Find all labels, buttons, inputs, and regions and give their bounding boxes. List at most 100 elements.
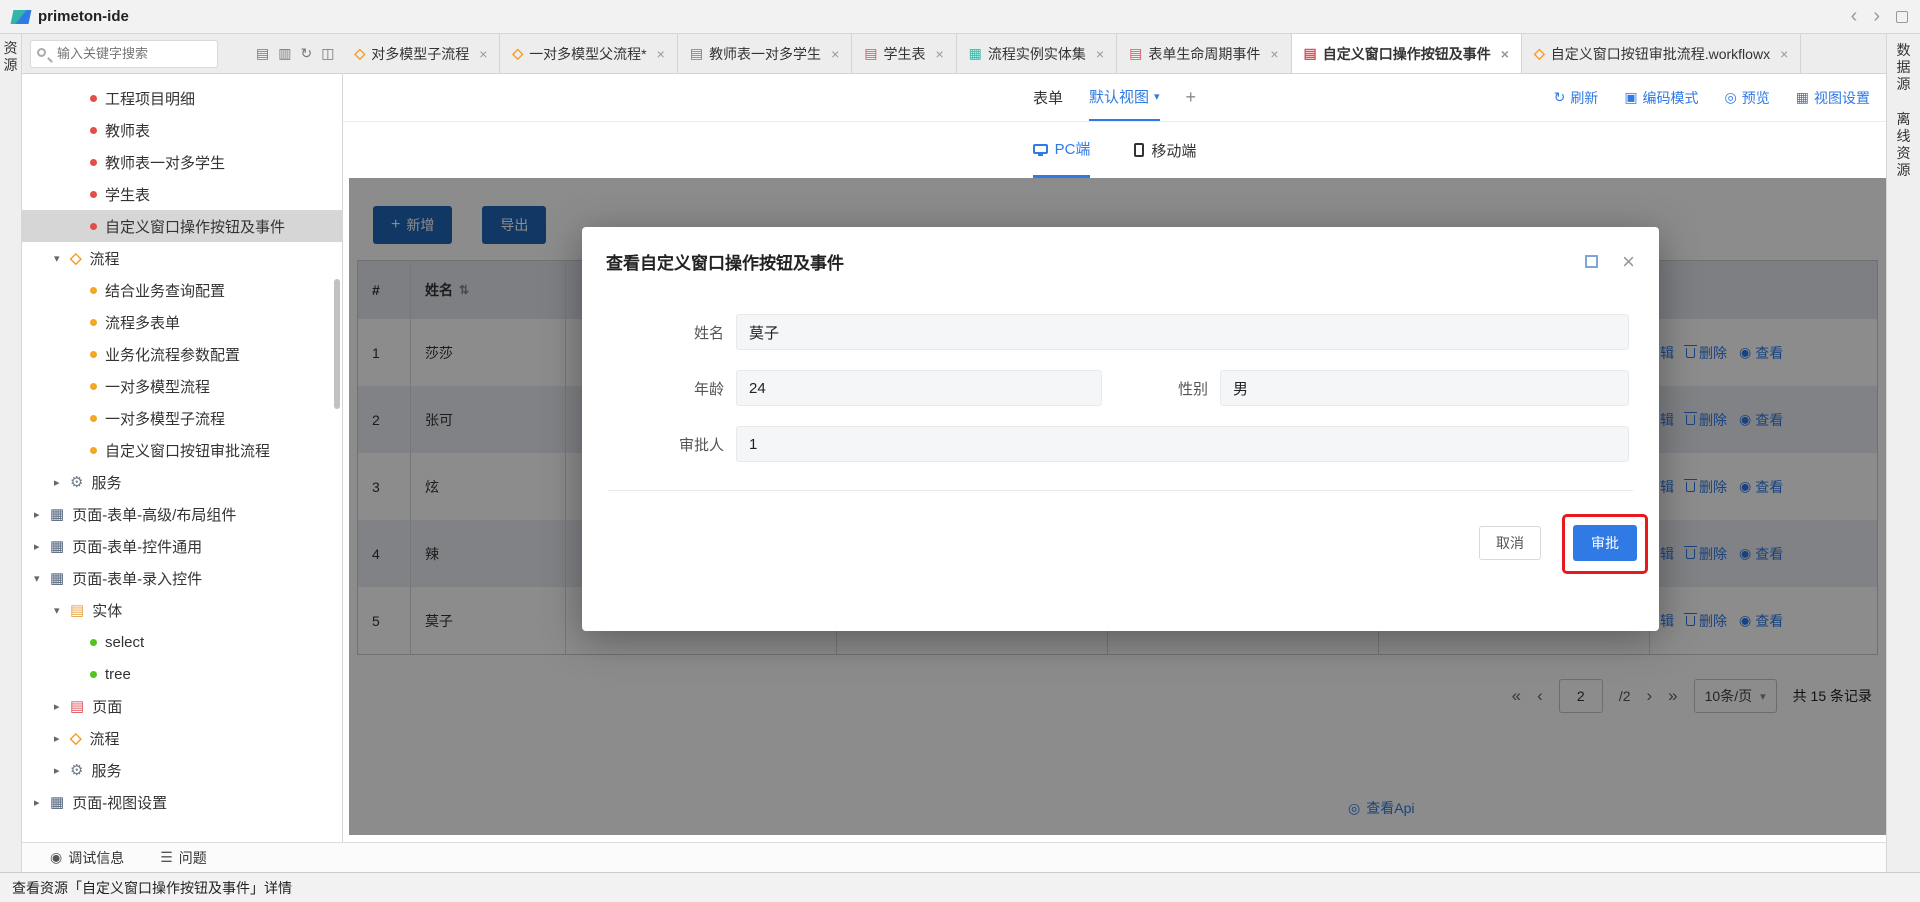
sidebar-item[interactable]: 页面 [22, 690, 342, 722]
refresh-button[interactable]: 刷新 [1554, 88, 1599, 108]
sidebar-item[interactable]: 服务 [22, 754, 342, 786]
view-settings-button[interactable]: 视图设置 [1796, 88, 1870, 108]
editor-tab[interactable]: 自定义窗口按钮审批流程.workflowx [1522, 34, 1801, 73]
close-icon[interactable] [1622, 251, 1635, 273]
caret-right-icon[interactable] [54, 700, 70, 713]
sidebar-item[interactable]: 结合业务查询配置 [22, 274, 342, 306]
dot-green-icon [90, 639, 97, 646]
nav-forward-icon[interactable]: › [1873, 5, 1880, 28]
caret-right-icon[interactable] [34, 540, 50, 553]
rail-tab-resources[interactable]: 资源 [0, 40, 21, 74]
rail-tab-label: 离线资源 [1896, 111, 1912, 179]
sidebar-item[interactable]: 实体 [22, 594, 342, 626]
editor-tab[interactable]: 学生表 [852, 34, 956, 73]
dot-red-icon [90, 95, 97, 102]
search-icon [37, 48, 46, 57]
fullscreen-icon[interactable] [1585, 255, 1598, 268]
dot-orange-icon [90, 351, 97, 358]
sidebar-scrollbar[interactable] [334, 279, 340, 409]
sidebar-item[interactable]: tree [22, 658, 342, 690]
rail-tab-offline-resources[interactable]: 离线资源 [1887, 111, 1920, 179]
close-icon[interactable] [479, 46, 487, 62]
caret-down-icon[interactable] [34, 572, 50, 585]
sidebar-item[interactable]: 教师表 [22, 114, 342, 146]
rail-tab-datasource[interactable]: 数据源 [1887, 42, 1920, 93]
add-view-button[interactable]: + [1186, 74, 1197, 121]
sidebar-item[interactable]: 页面-表单-控件通用 [22, 530, 342, 562]
locate-file-icon[interactable] [256, 45, 269, 62]
sidebar-item[interactable]: 流程 [22, 722, 342, 754]
caret-right-icon[interactable] [34, 796, 50, 809]
editor-tab[interactable]: 自定义窗口操作按钮及事件 [1292, 34, 1522, 73]
caret-down-icon[interactable] [54, 604, 70, 617]
sidebar-item[interactable]: 业务化流程参数配置 [22, 338, 342, 370]
caret-right-icon[interactable] [54, 476, 70, 489]
nav-back-icon[interactable]: ‹ [1851, 5, 1858, 28]
close-icon[interactable] [1780, 46, 1788, 62]
sidebar-item[interactable]: select [22, 626, 342, 658]
close-icon[interactable] [1270, 46, 1278, 62]
view-header: 表单 默认视图 + 刷新 编码模式 预览 [343, 74, 1886, 122]
tab-problems-label: 问题 [179, 848, 207, 868]
sidebar-item-label: 页面-表单-高级/布局组件 [72, 504, 236, 525]
sidebar-item[interactable]: 一对多模型流程 [22, 370, 342, 402]
search-input[interactable] [30, 40, 218, 68]
sidebar-item[interactable]: 工程项目明细 [22, 82, 342, 114]
workflow-icon [70, 729, 82, 747]
split-view-icon[interactable] [321, 45, 334, 62]
tab-mobile[interactable]: 移动端 [1134, 122, 1196, 178]
close-icon[interactable] [657, 46, 665, 62]
restore-window-icon[interactable] [1896, 11, 1908, 23]
sidebar-item[interactable]: 流程 [22, 242, 342, 274]
gender-field[interactable] [1220, 370, 1629, 406]
caret-right-icon[interactable] [34, 508, 50, 521]
collapse-all-icon[interactable] [278, 45, 291, 62]
age-field[interactable] [736, 370, 1102, 406]
sidebar-item[interactable]: 自定义窗口按钮审批流程 [22, 434, 342, 466]
phone-icon [1134, 143, 1144, 157]
tab-form[interactable]: 表单 [1033, 74, 1063, 121]
editor-tab[interactable]: 表单生命周期事件 [1117, 34, 1291, 73]
code-mode-button[interactable]: 编码模式 [1624, 88, 1698, 108]
caret-right-icon[interactable] [54, 732, 70, 745]
gender-field-label: 性别 [1102, 378, 1220, 399]
editor-tab[interactable]: 教师表一对多学生 [678, 34, 852, 73]
sidebar-item[interactable]: 页面-表单-录入控件 [22, 562, 342, 594]
tab-debug-info[interactable]: 调试信息 [50, 848, 124, 868]
approve-button[interactable]: 审批 [1573, 525, 1637, 561]
close-icon[interactable] [831, 46, 839, 62]
close-icon[interactable] [1096, 46, 1104, 62]
tab-default-view[interactable]: 默认视图 [1089, 74, 1160, 121]
refresh-icon [1554, 89, 1566, 106]
cancel-button[interactable]: 取消 [1479, 526, 1541, 560]
editor-tab[interactable]: 流程实例实体集 [957, 34, 1117, 73]
sidebar-item[interactable]: 服务 [22, 466, 342, 498]
page-icon [70, 697, 84, 715]
close-icon[interactable] [1501, 46, 1509, 62]
editor-tab-label: 自定义窗口按钮审批流程.workflowx [1551, 44, 1770, 64]
tab-problems[interactable]: 问题 [160, 848, 207, 868]
dot-orange-icon [90, 447, 97, 454]
sidebar-item-label: 页面 [92, 696, 122, 717]
age-field-label: 年龄 [600, 378, 736, 399]
sidebar-item[interactable]: 页面-表单-高级/布局组件 [22, 498, 342, 530]
editor-tab[interactable]: 一对多模型父流程* [500, 34, 677, 73]
caret-down-icon[interactable] [54, 252, 70, 265]
tab-pc[interactable]: PC端 [1033, 122, 1091, 178]
close-icon[interactable] [935, 46, 943, 62]
sidebar-item[interactable]: 自定义窗口操作按钮及事件 [22, 210, 342, 242]
sidebar-item[interactable]: 学生表 [22, 178, 342, 210]
refresh-tree-icon[interactable] [300, 45, 312, 62]
editor-tab[interactable]: 对多模型子流程 [342, 34, 500, 73]
app-title: primeton-ide [38, 8, 129, 25]
approver-field[interactable] [736, 426, 1629, 462]
preview-button[interactable]: 预览 [1725, 88, 1770, 108]
name-field[interactable] [736, 314, 1629, 350]
caret-right-icon[interactable] [54, 764, 70, 777]
sidebar-item[interactable]: 教师表一对多学生 [22, 146, 342, 178]
sidebar-item-label: 服务 [91, 760, 121, 781]
sidebar-item[interactable]: 一对多模型子流程 [22, 402, 342, 434]
sidebar-item[interactable]: 页面-视图设置 [22, 786, 342, 818]
sidebar-item[interactable]: 流程多表单 [22, 306, 342, 338]
editor-tab-strip: 对多模型子流程一对多模型父流程*教师表一对多学生学生表流程实例实体集表单生命周期… [22, 34, 1886, 74]
